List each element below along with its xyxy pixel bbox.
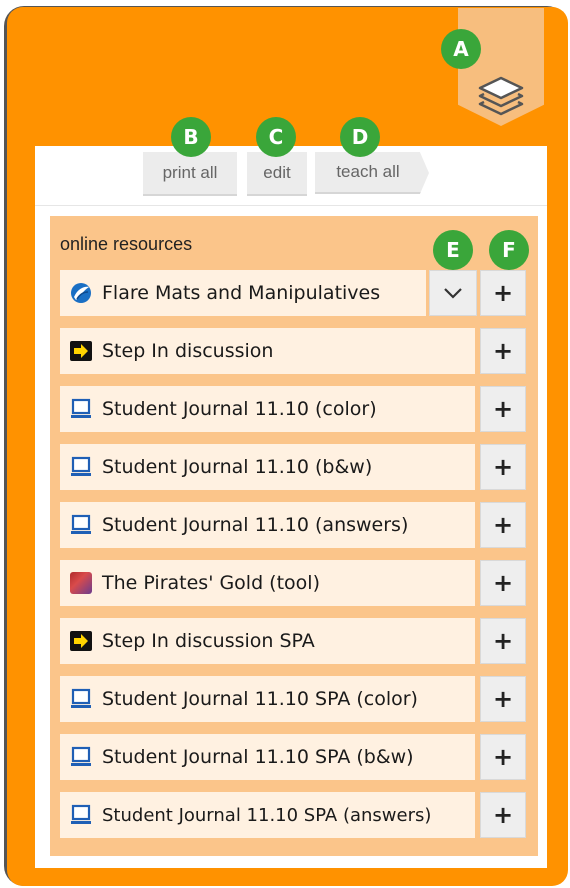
resource-item-pirates-gold[interactable]: The Pirates' Gold (tool) [60, 560, 475, 606]
layers-icon [478, 76, 524, 116]
resource-item-label: Student Journal 11.10 SPA (b&w) [102, 746, 414, 768]
teach-all-button[interactable]: teach all [315, 152, 429, 194]
callout-badge-d: D [340, 117, 380, 157]
add-resource-button[interactable]: + [480, 734, 526, 780]
toolbar-divider [35, 205, 547, 206]
resource-item-label: Student Journal 11.10 SPA (color) [102, 688, 418, 710]
pirate-map-icon [70, 572, 92, 594]
resource-item-student-journal-color[interactable]: Student Journal 11.10 (color) [60, 386, 475, 432]
resource-item-label: Step In discussion [102, 340, 274, 362]
computer-icon [70, 514, 92, 536]
resource-item-label: The Pirates' Gold (tool) [102, 572, 320, 594]
callout-badge-b: B [171, 117, 211, 157]
add-resource-button[interactable]: + [480, 676, 526, 722]
add-resource-button[interactable]: + [480, 502, 526, 548]
add-resource-button[interactable]: + [480, 618, 526, 664]
print-all-button[interactable]: print all [143, 152, 237, 196]
online-resources-title: online resources [60, 234, 193, 254]
resource-item-student-journal-spa-color[interactable]: Student Journal 11.10 SPA (color) [60, 676, 475, 722]
add-resource-button[interactable]: + [480, 444, 526, 490]
resource-item-step-in-discussion-spa[interactable]: Step In discussion SPA [60, 618, 475, 664]
callout-badge-c: C [256, 117, 296, 157]
computer-icon [70, 688, 92, 710]
resource-item-label: Student Journal 11.10 (b&w) [102, 456, 373, 478]
resource-item-label: Student Journal 11.10 (answers) [102, 514, 409, 536]
resource-item-label: Step In discussion SPA [102, 630, 315, 652]
callout-badge-e: E [433, 230, 473, 270]
step-in-arrow-icon [70, 340, 92, 362]
resource-item-label: Student Journal 11.10 (color) [102, 398, 377, 420]
chevron-down-icon [444, 288, 462, 299]
add-resource-button[interactable]: + [480, 270, 526, 316]
computer-icon [70, 456, 92, 478]
callout-badge-a: A [441, 29, 481, 69]
step-in-arrow-icon [70, 630, 92, 652]
layers-tab[interactable] [458, 8, 544, 126]
computer-icon [70, 746, 92, 768]
resource-item-student-journal-spa-bw[interactable]: Student Journal 11.10 SPA (b&w) [60, 734, 475, 780]
computer-icon [70, 804, 92, 826]
resource-item-label: Flare Mats and Manipulatives [102, 282, 381, 304]
resource-item-student-journal-answers[interactable]: Student Journal 11.10 (answers) [60, 502, 475, 548]
expand-dropdown-button[interactable] [429, 270, 477, 316]
add-resource-button[interactable]: + [480, 386, 526, 432]
add-resource-button[interactable]: + [480, 560, 526, 606]
callout-badge-f: F [489, 230, 529, 270]
resource-item-flare-mats[interactable]: Flare Mats and Manipulatives [60, 270, 426, 316]
computer-icon [70, 398, 92, 420]
add-resource-button[interactable]: + [480, 328, 526, 374]
resource-item-label: Student Journal 11.10 SPA (answers) [102, 804, 432, 826]
resource-item-student-journal-bw[interactable]: Student Journal 11.10 (b&w) [60, 444, 475, 490]
flare-logo-icon [70, 282, 92, 304]
edit-button[interactable]: edit [247, 152, 307, 196]
resource-item-step-in-discussion[interactable]: Step In discussion [60, 328, 475, 374]
resource-item-student-journal-spa-answers[interactable]: Student Journal 11.10 SPA (answers) [60, 792, 475, 838]
add-resource-button[interactable]: + [480, 792, 526, 838]
